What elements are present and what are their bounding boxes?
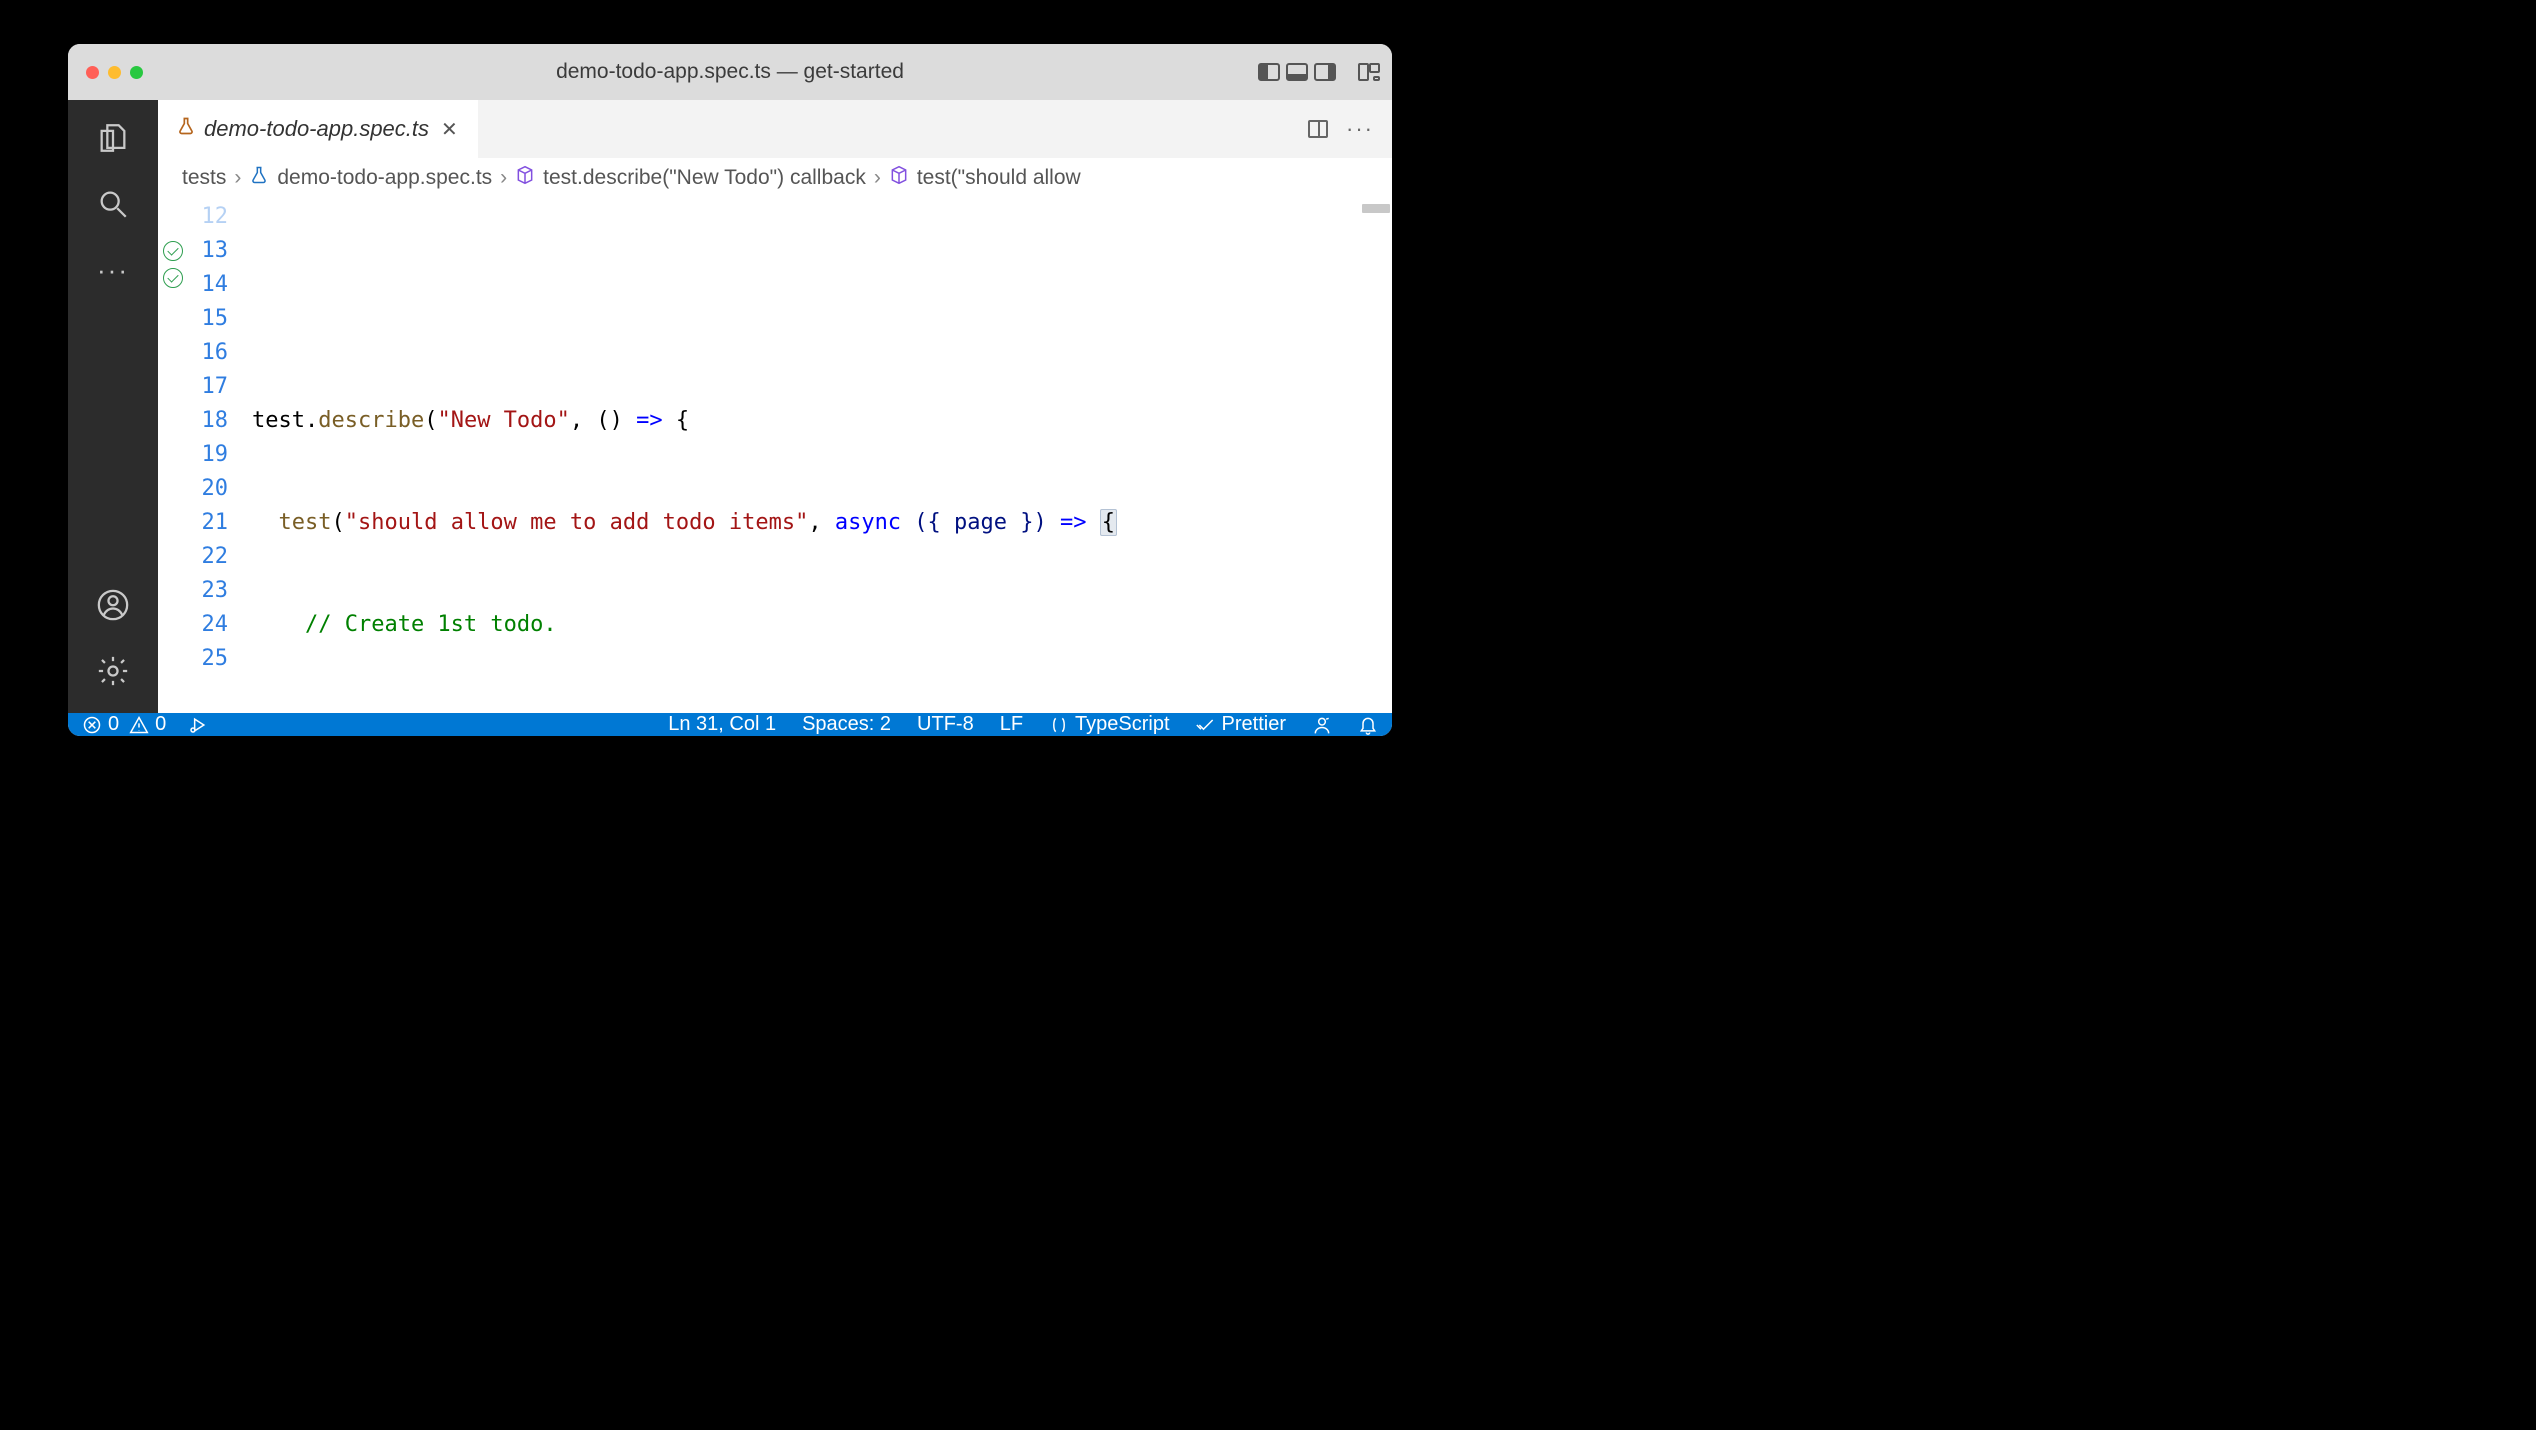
status-language[interactable]: TypeScript: [1049, 713, 1169, 736]
status-formatter[interactable]: Prettier: [1196, 713, 1286, 736]
accounts-icon[interactable]: [89, 581, 137, 629]
status-eol[interactable]: LF: [1000, 713, 1023, 736]
split-editor-icon[interactable]: [1308, 120, 1328, 138]
test-gutter: [158, 198, 188, 713]
code-editor[interactable]: 12 13 14 15 16 17 18 19 20 21 22 23 24 2…: [158, 198, 1392, 713]
toggle-panel-icon[interactable]: [1286, 63, 1308, 81]
tab-demo-todo-app[interactable]: demo-todo-app.spec.ts ✕: [158, 100, 478, 158]
titlebar: demo-todo-app.spec.ts — get-started: [68, 44, 1392, 100]
beaker-icon: [249, 165, 269, 191]
beaker-icon: [176, 115, 196, 143]
activity-bar: ···: [68, 100, 158, 713]
notifications-bell-icon[interactable]: [1358, 715, 1378, 735]
editor-more-actions-icon[interactable]: ···: [1346, 116, 1374, 142]
status-warnings[interactable]: 0: [129, 713, 166, 736]
minimize-window-button[interactable]: [108, 66, 121, 79]
chevron-right-icon: ›: [234, 166, 241, 190]
tab-bar: demo-todo-app.spec.ts ✕ ···: [158, 100, 1392, 158]
tab-filename: demo-todo-app.spec.ts: [204, 116, 429, 142]
test-passed-icon[interactable]: [163, 268, 183, 288]
minimap-slider[interactable]: [1362, 204, 1390, 213]
search-icon[interactable]: [89, 180, 137, 228]
chevron-right-icon: ›: [874, 166, 881, 190]
chevron-right-icon: ›: [500, 166, 507, 190]
status-encoding[interactable]: UTF-8: [917, 713, 974, 736]
test-passed-icon[interactable]: [163, 241, 183, 261]
vscode-window: demo-todo-app.spec.ts — get-started ···: [68, 44, 1392, 736]
more-views-icon[interactable]: ···: [89, 246, 137, 294]
code-content[interactable]: test.describe("New Todo", () => { test("…: [238, 198, 1392, 713]
close-window-button[interactable]: [86, 66, 99, 79]
symbol-icon: [515, 165, 535, 191]
breadcrumbs[interactable]: tests › demo-todo-app.spec.ts › test.des…: [158, 158, 1392, 198]
toggle-sidebar-icon[interactable]: [1258, 63, 1280, 81]
status-errors[interactable]: 0: [82, 713, 119, 736]
customize-layout-icon[interactable]: [1358, 63, 1380, 81]
breadcrumb-folder[interactable]: tests: [182, 166, 226, 190]
window-title: demo-todo-app.spec.ts — get-started: [68, 60, 1392, 84]
debug-start-icon[interactable]: [188, 715, 208, 735]
editor-area: demo-todo-app.spec.ts ✕ ··· tests › demo…: [158, 100, 1392, 713]
explorer-icon[interactable]: [89, 114, 137, 162]
breadcrumb-scope[interactable]: test("should allow: [917, 166, 1081, 190]
settings-gear-icon[interactable]: [89, 647, 137, 695]
status-bar: 0 0 Ln 31, Col 1 Spaces: 2 UTF-8 LF Type…: [68, 713, 1392, 736]
feedback-icon[interactable]: [1312, 715, 1332, 735]
status-spaces[interactable]: Spaces: 2: [802, 713, 891, 736]
maximize-window-button[interactable]: [130, 66, 143, 79]
symbol-icon: [889, 165, 909, 191]
breadcrumb-scope[interactable]: test.describe("New Todo") callback: [543, 166, 866, 190]
breadcrumb-file[interactable]: demo-todo-app.spec.ts: [277, 166, 492, 190]
close-tab-icon[interactable]: ✕: [437, 117, 462, 142]
toggle-secondary-sidebar-icon[interactable]: [1314, 63, 1336, 81]
status-cursor[interactable]: Ln 31, Col 1: [668, 713, 776, 736]
line-numbers: 12 13 14 15 16 17 18 19 20 21 22 23 24 2…: [188, 198, 238, 713]
window-controls: [68, 66, 143, 79]
